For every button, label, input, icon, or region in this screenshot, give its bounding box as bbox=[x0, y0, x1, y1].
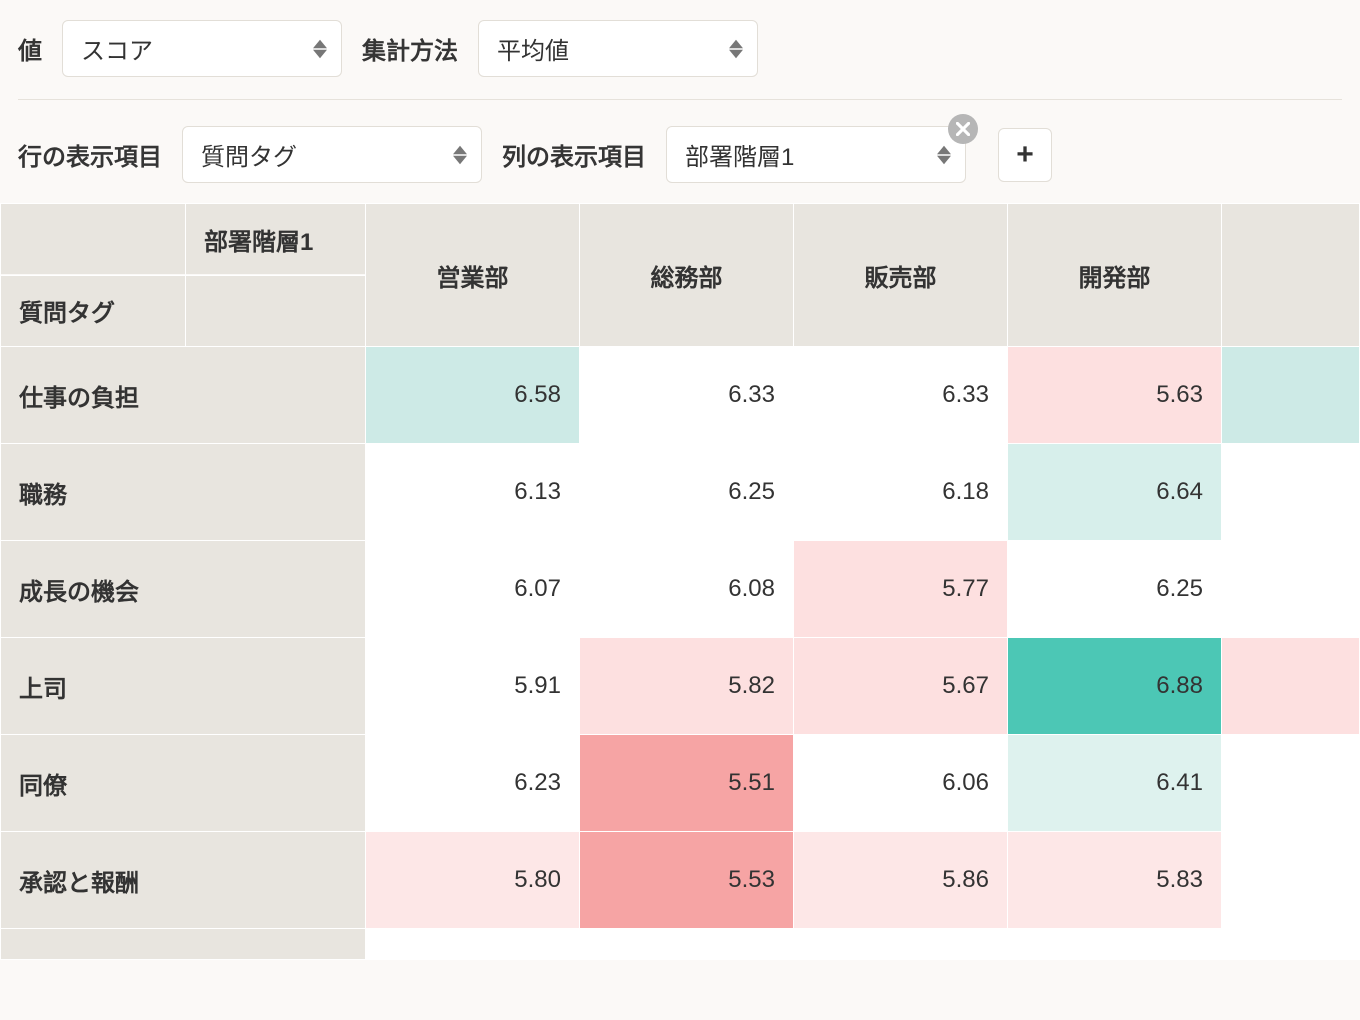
data-cell[interactable]: 5.77 bbox=[794, 541, 1007, 637]
data-cell[interactable]: 5.63 bbox=[1008, 347, 1221, 443]
corner-col-dimension: 部署階層1 bbox=[186, 204, 365, 274]
data-cell bbox=[580, 929, 793, 959]
column-header-tail bbox=[1222, 204, 1359, 346]
col-display-label: 列の表示項目 bbox=[502, 137, 646, 172]
row-header: 職務 bbox=[1, 444, 365, 540]
row-header: 同僚 bbox=[1, 735, 365, 831]
data-cell[interactable]: 6.23 bbox=[366, 735, 579, 831]
col-display-select-wrap: 部署階層1 bbox=[666, 126, 966, 183]
row-header bbox=[1, 929, 365, 959]
row-header: 上司 bbox=[1, 638, 365, 734]
data-cell-tail bbox=[1222, 735, 1359, 831]
column-header: 開発部 bbox=[1008, 204, 1221, 346]
sort-icon bbox=[313, 39, 327, 59]
table-row: 仕事の負担6.586.336.335.63 bbox=[1, 347, 1360, 444]
data-cell[interactable]: 6.41 bbox=[1008, 735, 1221, 831]
pivot-table-wrap: 部署階層1 営業部 総務部 販売部 開発部 質問タグ 仕事の負担6.586.33… bbox=[0, 203, 1360, 960]
controls-row-1: 値 スコア 集計方法 平均値 bbox=[18, 20, 1342, 77]
data-cell-tail bbox=[1222, 347, 1359, 443]
agg-select[interactable]: 平均値 bbox=[478, 20, 758, 77]
data-cell[interactable]: 6.08 bbox=[580, 541, 793, 637]
data-cell bbox=[1222, 929, 1359, 959]
row-header: 承認と報酬 bbox=[1, 832, 365, 928]
corner-row-dimension: 質問タグ bbox=[1, 276, 185, 346]
data-cell-tail bbox=[1222, 541, 1359, 637]
data-cell[interactable]: 5.83 bbox=[1008, 832, 1221, 928]
col-display-select-text: 部署階層1 bbox=[685, 137, 794, 172]
controls-bar: 値 スコア 集計方法 平均値 行の表示項目 質問タグ 列の表示項目 bbox=[0, 0, 1360, 203]
sort-icon bbox=[453, 145, 467, 165]
data-cell[interactable]: 6.07 bbox=[366, 541, 579, 637]
table-row: 同僚6.235.516.066.41 bbox=[1, 735, 1360, 832]
agg-select-text: 平均値 bbox=[497, 31, 569, 66]
table-row: 上司5.915.825.676.88 bbox=[1, 638, 1360, 735]
plus-icon: + bbox=[1016, 138, 1034, 172]
col-display-select[interactable]: 部署階層1 bbox=[666, 126, 966, 183]
data-cell[interactable]: 6.64 bbox=[1008, 444, 1221, 540]
data-cell[interactable]: 6.06 bbox=[794, 735, 1007, 831]
corner-blank-bottom bbox=[186, 276, 365, 346]
pivot-table: 部署階層1 営業部 総務部 販売部 開発部 質問タグ 仕事の負担6.586.33… bbox=[0, 203, 1360, 960]
data-cell[interactable]: 5.53 bbox=[580, 832, 793, 928]
data-cell bbox=[794, 929, 1007, 959]
data-cell[interactable]: 6.88 bbox=[1008, 638, 1221, 734]
column-header: 総務部 bbox=[580, 204, 793, 346]
add-column-button[interactable]: + bbox=[998, 128, 1052, 182]
value-select-text: スコア bbox=[81, 31, 153, 66]
row-header: 仕事の負担 bbox=[1, 347, 365, 443]
value-select[interactable]: スコア bbox=[62, 20, 342, 77]
data-cell[interactable]: 6.33 bbox=[794, 347, 1007, 443]
data-cell-tail bbox=[1222, 638, 1359, 734]
corner-blank-top bbox=[1, 204, 185, 274]
data-cell[interactable]: 5.91 bbox=[366, 638, 579, 734]
table-body: 仕事の負担6.586.336.335.63職務6.136.256.186.64成… bbox=[1, 347, 1360, 960]
data-cell[interactable]: 6.25 bbox=[1008, 541, 1221, 637]
data-cell[interactable]: 6.25 bbox=[580, 444, 793, 540]
data-cell[interactable]: 5.82 bbox=[580, 638, 793, 734]
row-display-select-text: 質問タグ bbox=[201, 137, 297, 172]
data-cell-tail bbox=[1222, 444, 1359, 540]
agg-label: 集計方法 bbox=[362, 31, 458, 66]
data-cell[interactable]: 6.33 bbox=[580, 347, 793, 443]
remove-column-button[interactable] bbox=[948, 114, 978, 144]
row-header: 成長の機会 bbox=[1, 541, 365, 637]
data-cell[interactable]: 5.80 bbox=[366, 832, 579, 928]
table-row: 職務6.136.256.186.64 bbox=[1, 444, 1360, 541]
data-cell[interactable]: 6.58 bbox=[366, 347, 579, 443]
table-row: 成長の機会6.076.085.776.25 bbox=[1, 541, 1360, 638]
data-cell bbox=[1008, 929, 1221, 959]
table-head: 部署階層1 営業部 総務部 販売部 開発部 質問タグ bbox=[1, 204, 1360, 347]
table-row: 承認と報酬5.805.535.865.83 bbox=[1, 832, 1360, 929]
data-cell bbox=[366, 929, 579, 959]
sort-icon bbox=[937, 145, 951, 165]
row-display-label: 行の表示項目 bbox=[18, 137, 162, 172]
data-cell[interactable]: 6.13 bbox=[366, 444, 579, 540]
controls-row-2: 行の表示項目 質問タグ 列の表示項目 部署階層1 + bbox=[18, 99, 1342, 183]
column-header: 販売部 bbox=[794, 204, 1007, 346]
row-display-select[interactable]: 質問タグ bbox=[182, 126, 482, 183]
table-row-partial bbox=[1, 929, 1360, 960]
value-label: 値 bbox=[18, 31, 42, 66]
data-cell[interactable]: 5.86 bbox=[794, 832, 1007, 928]
data-cell[interactable]: 5.67 bbox=[794, 638, 1007, 734]
sort-icon bbox=[729, 39, 743, 59]
data-cell[interactable]: 6.18 bbox=[794, 444, 1007, 540]
data-cell[interactable]: 5.51 bbox=[580, 735, 793, 831]
column-header: 営業部 bbox=[366, 204, 579, 346]
data-cell-tail bbox=[1222, 832, 1359, 928]
